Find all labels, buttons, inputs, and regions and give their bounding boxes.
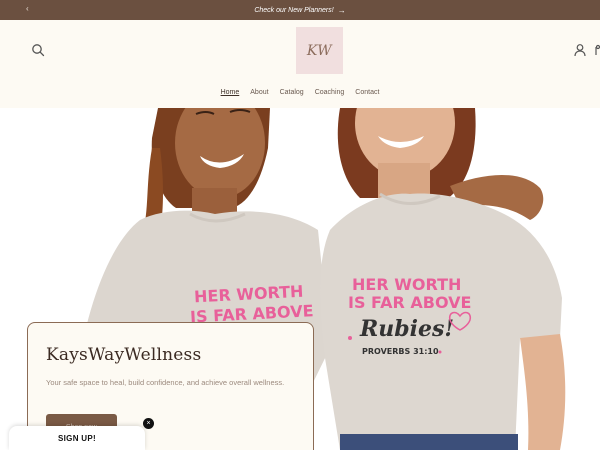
logo-text: KW [306,42,333,59]
nav-item-coaching[interactable]: Coaching [315,89,345,96]
site-header: KW Home About Catalog Coaching Contact [0,20,600,108]
nav-item-catalog[interactable]: Catalog [280,89,304,96]
right-shirt-verse: PROVERBS 31:10 [362,347,439,356]
page: ‹ Check our New Planners! → KW Home Abou… [0,0,600,450]
brand-card-subtitle: Your safe space to heal, build confidenc… [46,378,285,387]
nav-item-contact[interactable]: Contact [355,89,379,96]
announcement-link[interactable]: Check our New Planners! → [254,6,345,15]
announcement-text: Check our New Planners! [254,6,334,14]
search-icon[interactable] [31,43,45,57]
main-nav: Home About Catalog Coaching Contact [0,89,600,96]
right-shirt-script: Rubies! [359,316,454,342]
nav-item-home[interactable]: Home [221,89,240,96]
user-icon[interactable] [573,43,587,57]
chevron-left-icon[interactable]: ‹ [26,4,29,13]
cart-icon[interactable] [594,43,600,57]
close-icon[interactable]: × [143,418,154,429]
logo[interactable]: KW [296,27,343,74]
arrow-right-icon: → [337,5,346,15]
brand-card-title: KaysWayWellness [46,345,202,365]
right-shirt-line1: HER WORTH [352,275,461,294]
right-shirt-line2: IS FAR ABOVE [348,293,471,312]
signup-popup-button[interactable]: SIGN UP! [9,426,145,450]
announcement-bar: ‹ Check our New Planners! → [0,0,600,20]
nav-item-about[interactable]: About [250,89,268,96]
